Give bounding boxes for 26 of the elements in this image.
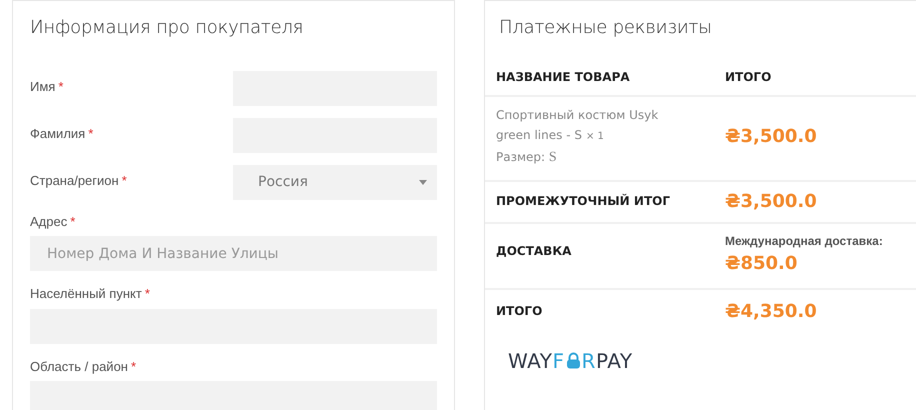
product-variation: Размер: S [496, 148, 558, 167]
section-title: Платежные реквизиты [498, 17, 713, 39]
column-header: ИТОГО [725, 70, 772, 84]
row-label: ДОСТАВКА [496, 242, 572, 260]
field-label: Имя * [30, 78, 64, 96]
logo-text: RPAY [582, 348, 633, 375]
row-label: ИТОГО [496, 302, 542, 320]
column-header: НАЗВАНИЕ ТОВАРА [496, 70, 630, 84]
country-select[interactable]: Россия [233, 164, 437, 200]
caret-icon [419, 180, 427, 185]
logo-text: WAYF [508, 348, 565, 375]
price: ₴4,350.0 [725, 300, 817, 322]
row-label: ПРОМЕЖУТОЧНЫЙ ИТОГ [496, 192, 670, 210]
lock-icon [566, 352, 581, 370]
field-label: Адрес * [30, 212, 76, 231]
shipping-method: Международная доставка: [725, 232, 884, 250]
field-label: Страна/регион * [30, 172, 128, 190]
field-label: Область / район * [30, 358, 138, 376]
input-field[interactable]: Номер Дома И Название Улицы [30, 236, 437, 272]
price: ₴850.0 [725, 252, 798, 274]
field-label: Фамилия * [30, 124, 94, 143]
price: ₴3,500.0 [725, 126, 817, 147]
price: ₴3,500.0 [725, 190, 817, 212]
field-label: Населённый пункт * [30, 285, 151, 304]
section-title: Информация про покупателя [30, 17, 304, 39]
product-name: Спортивный костюм Usyk green lines - S × 1 [496, 106, 660, 144]
